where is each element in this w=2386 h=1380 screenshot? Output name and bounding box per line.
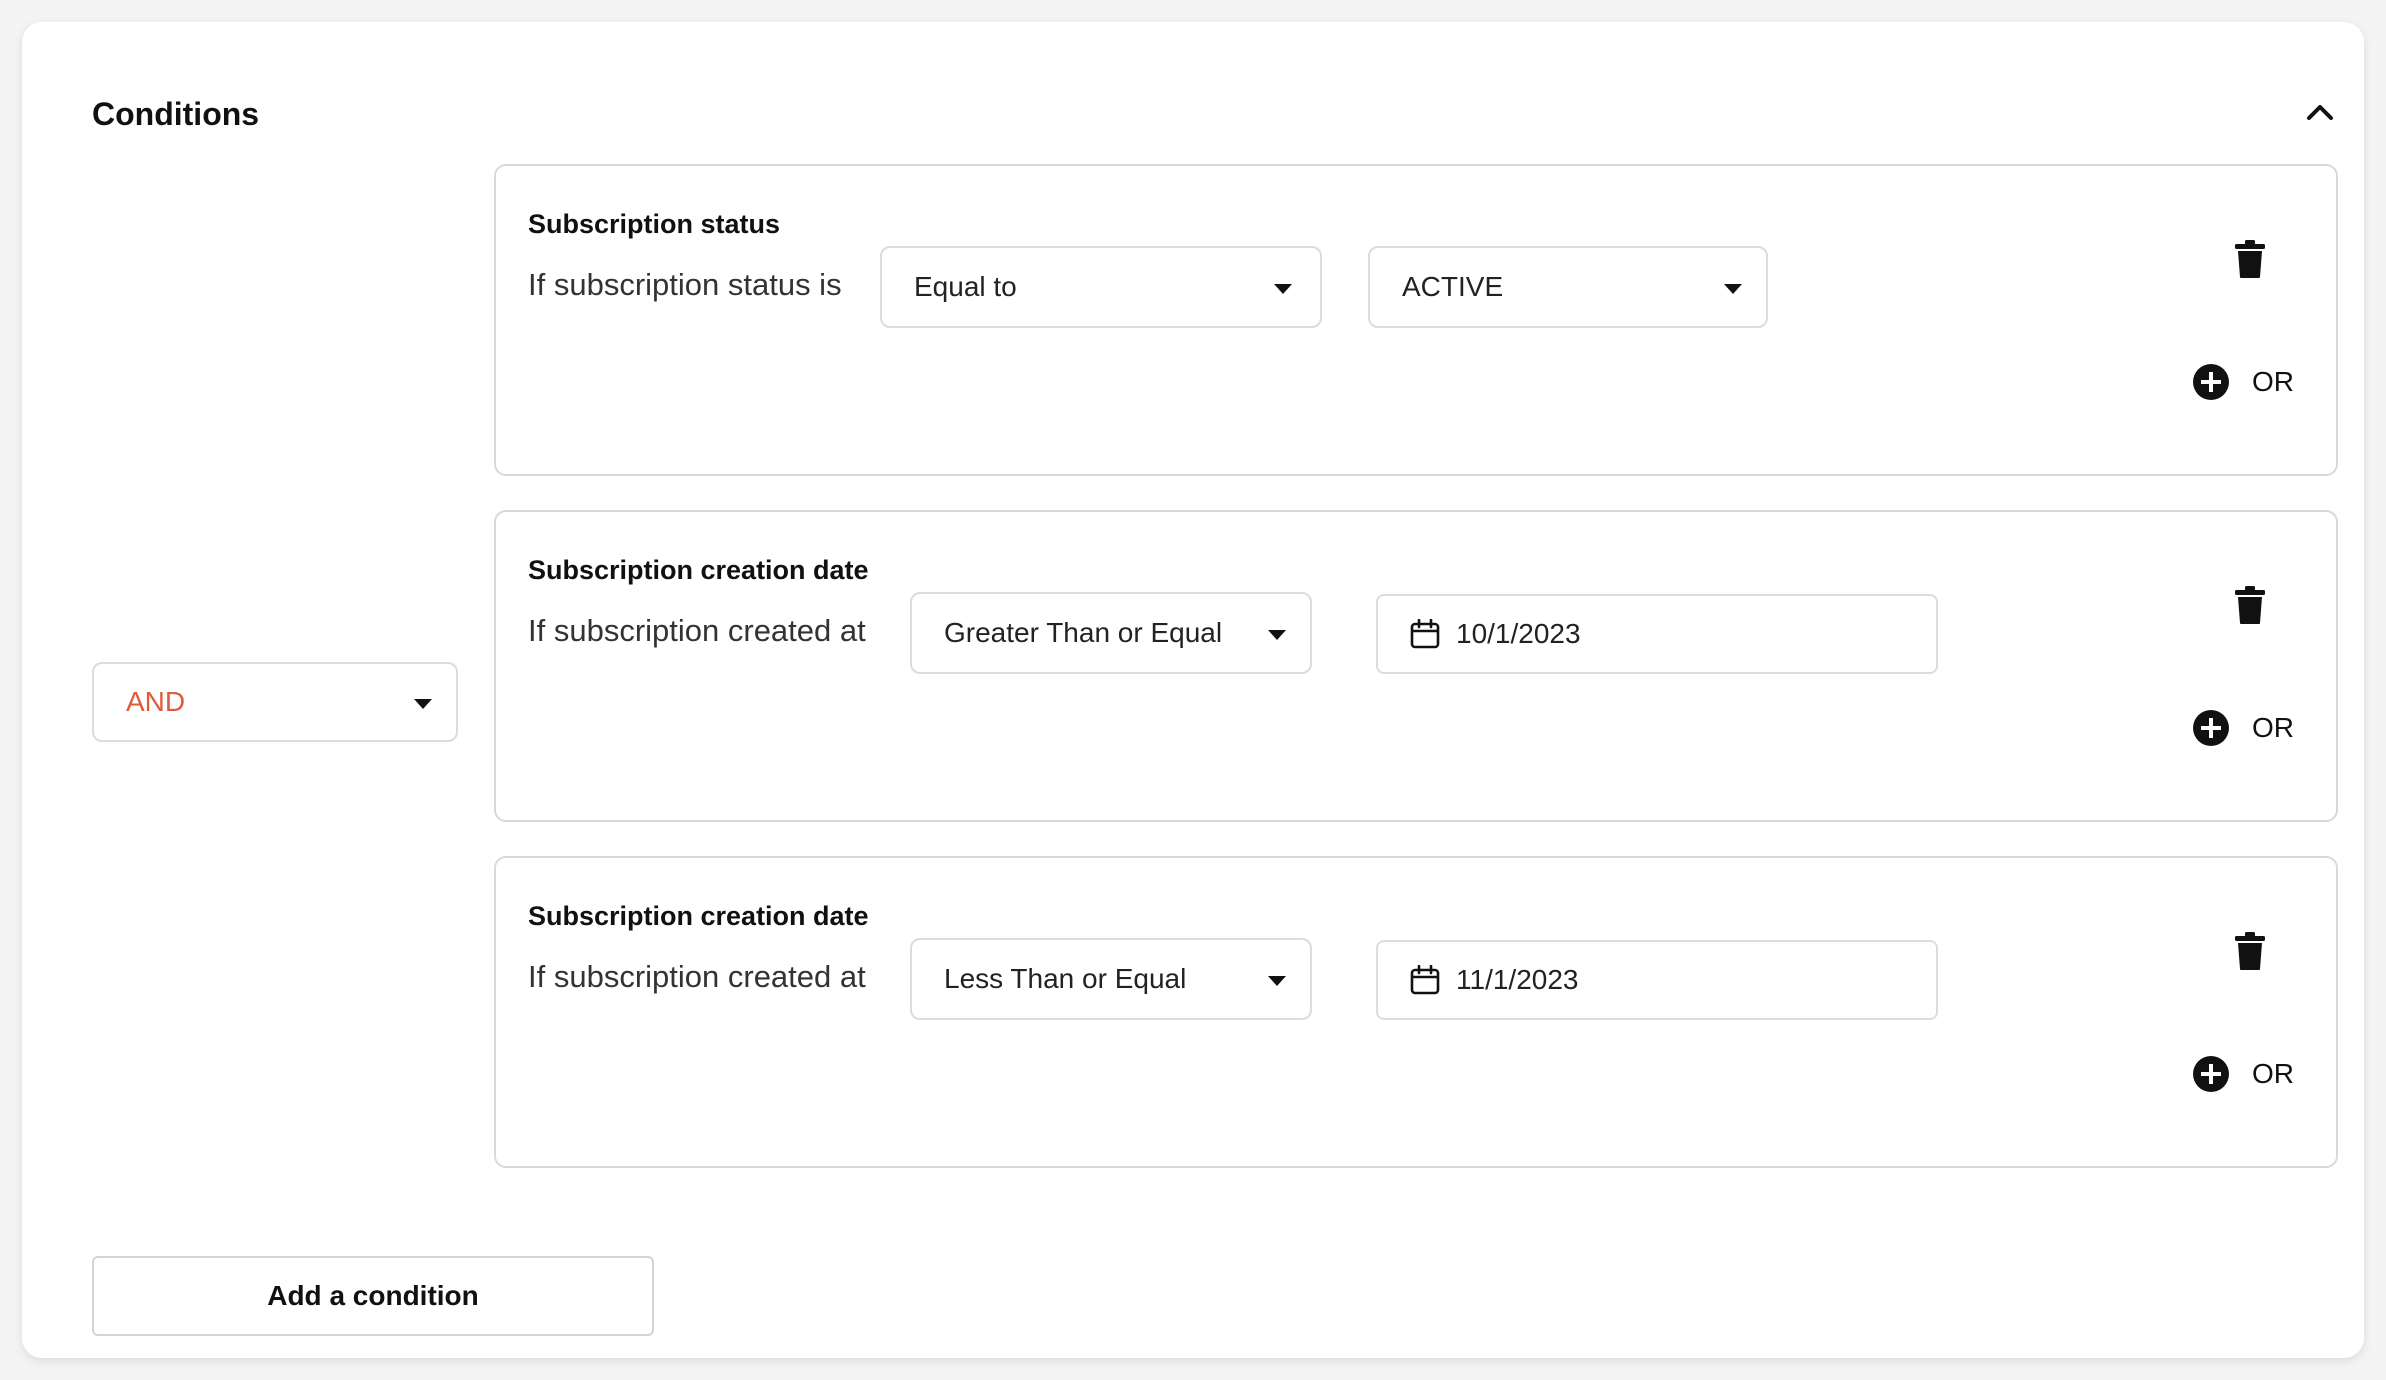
operator-value: Equal to bbox=[914, 271, 1017, 302]
condition-label: If subscription created at bbox=[528, 613, 866, 648]
caret-down-icon bbox=[1274, 284, 1292, 294]
operator-value: Less Than or Equal bbox=[944, 963, 1187, 994]
operator-value: Greater Than or Equal bbox=[944, 617, 1223, 648]
operator-select[interactable]: Equal to bbox=[880, 246, 1322, 328]
panel-title: Conditions bbox=[92, 96, 260, 132]
operator-select[interactable]: Greater Than or Equal bbox=[910, 592, 1312, 674]
add-or-button[interactable]: OR bbox=[2192, 362, 2294, 402]
operator-select[interactable]: Less Than or Equal bbox=[910, 938, 1312, 1020]
date-input[interactable]: 10/1/2023 bbox=[1376, 594, 1938, 674]
condition-card: Subscription creation date If subscripti… bbox=[494, 856, 2338, 1168]
condition-card: Subscription status If subscription stat… bbox=[494, 164, 2338, 476]
trash-icon bbox=[2235, 586, 2265, 624]
calendar-icon bbox=[1410, 965, 1440, 995]
plus-circle-icon bbox=[2193, 710, 2229, 746]
or-label: OR bbox=[2252, 712, 2294, 743]
conditions-panel: Conditions AND Subscription status If su… bbox=[22, 22, 2364, 1358]
caret-down-icon bbox=[1724, 284, 1742, 294]
add-or-button[interactable]: OR bbox=[2192, 1054, 2294, 1094]
trash-icon bbox=[2235, 932, 2265, 970]
logic-operator-value: AND bbox=[126, 686, 186, 717]
delete-condition-button[interactable] bbox=[2230, 928, 2270, 974]
trash-icon bbox=[2235, 240, 2265, 278]
calendar-icon bbox=[1410, 619, 1440, 649]
plus-circle-icon bbox=[2193, 1056, 2229, 1092]
delete-condition-button[interactable] bbox=[2230, 582, 2270, 628]
or-label: OR bbox=[2252, 366, 2294, 397]
delete-condition-button[interactable] bbox=[2230, 236, 2270, 282]
caret-down-icon bbox=[1268, 976, 1286, 986]
date-input[interactable]: 11/1/2023 bbox=[1376, 940, 1938, 1020]
caret-down-icon bbox=[414, 699, 432, 709]
value-text: ACTIVE bbox=[1402, 271, 1504, 302]
condition-label: If subscription status is bbox=[528, 267, 842, 302]
condition-label: If subscription created at bbox=[528, 959, 866, 994]
date-value: 10/1/2023 bbox=[1456, 618, 1581, 649]
value-select[interactable]: ACTIVE bbox=[1368, 246, 1768, 328]
condition-title: Subscription status bbox=[528, 209, 781, 239]
or-label: OR bbox=[2252, 1058, 2294, 1089]
collapse-button[interactable] bbox=[2300, 92, 2340, 132]
chevron-up-icon bbox=[2307, 105, 2333, 120]
add-condition-button[interactable]: Add a condition bbox=[92, 1256, 654, 1336]
date-value: 11/1/2023 bbox=[1456, 964, 1579, 995]
caret-down-icon bbox=[1268, 630, 1286, 640]
condition-title: Subscription creation date bbox=[528, 901, 869, 931]
add-or-button[interactable]: OR bbox=[2192, 708, 2294, 748]
condition-title: Subscription creation date bbox=[528, 555, 869, 585]
condition-card: Subscription creation date If subscripti… bbox=[494, 510, 2338, 822]
plus-circle-icon bbox=[2193, 364, 2229, 400]
logic-operator-select[interactable]: AND bbox=[92, 662, 458, 742]
